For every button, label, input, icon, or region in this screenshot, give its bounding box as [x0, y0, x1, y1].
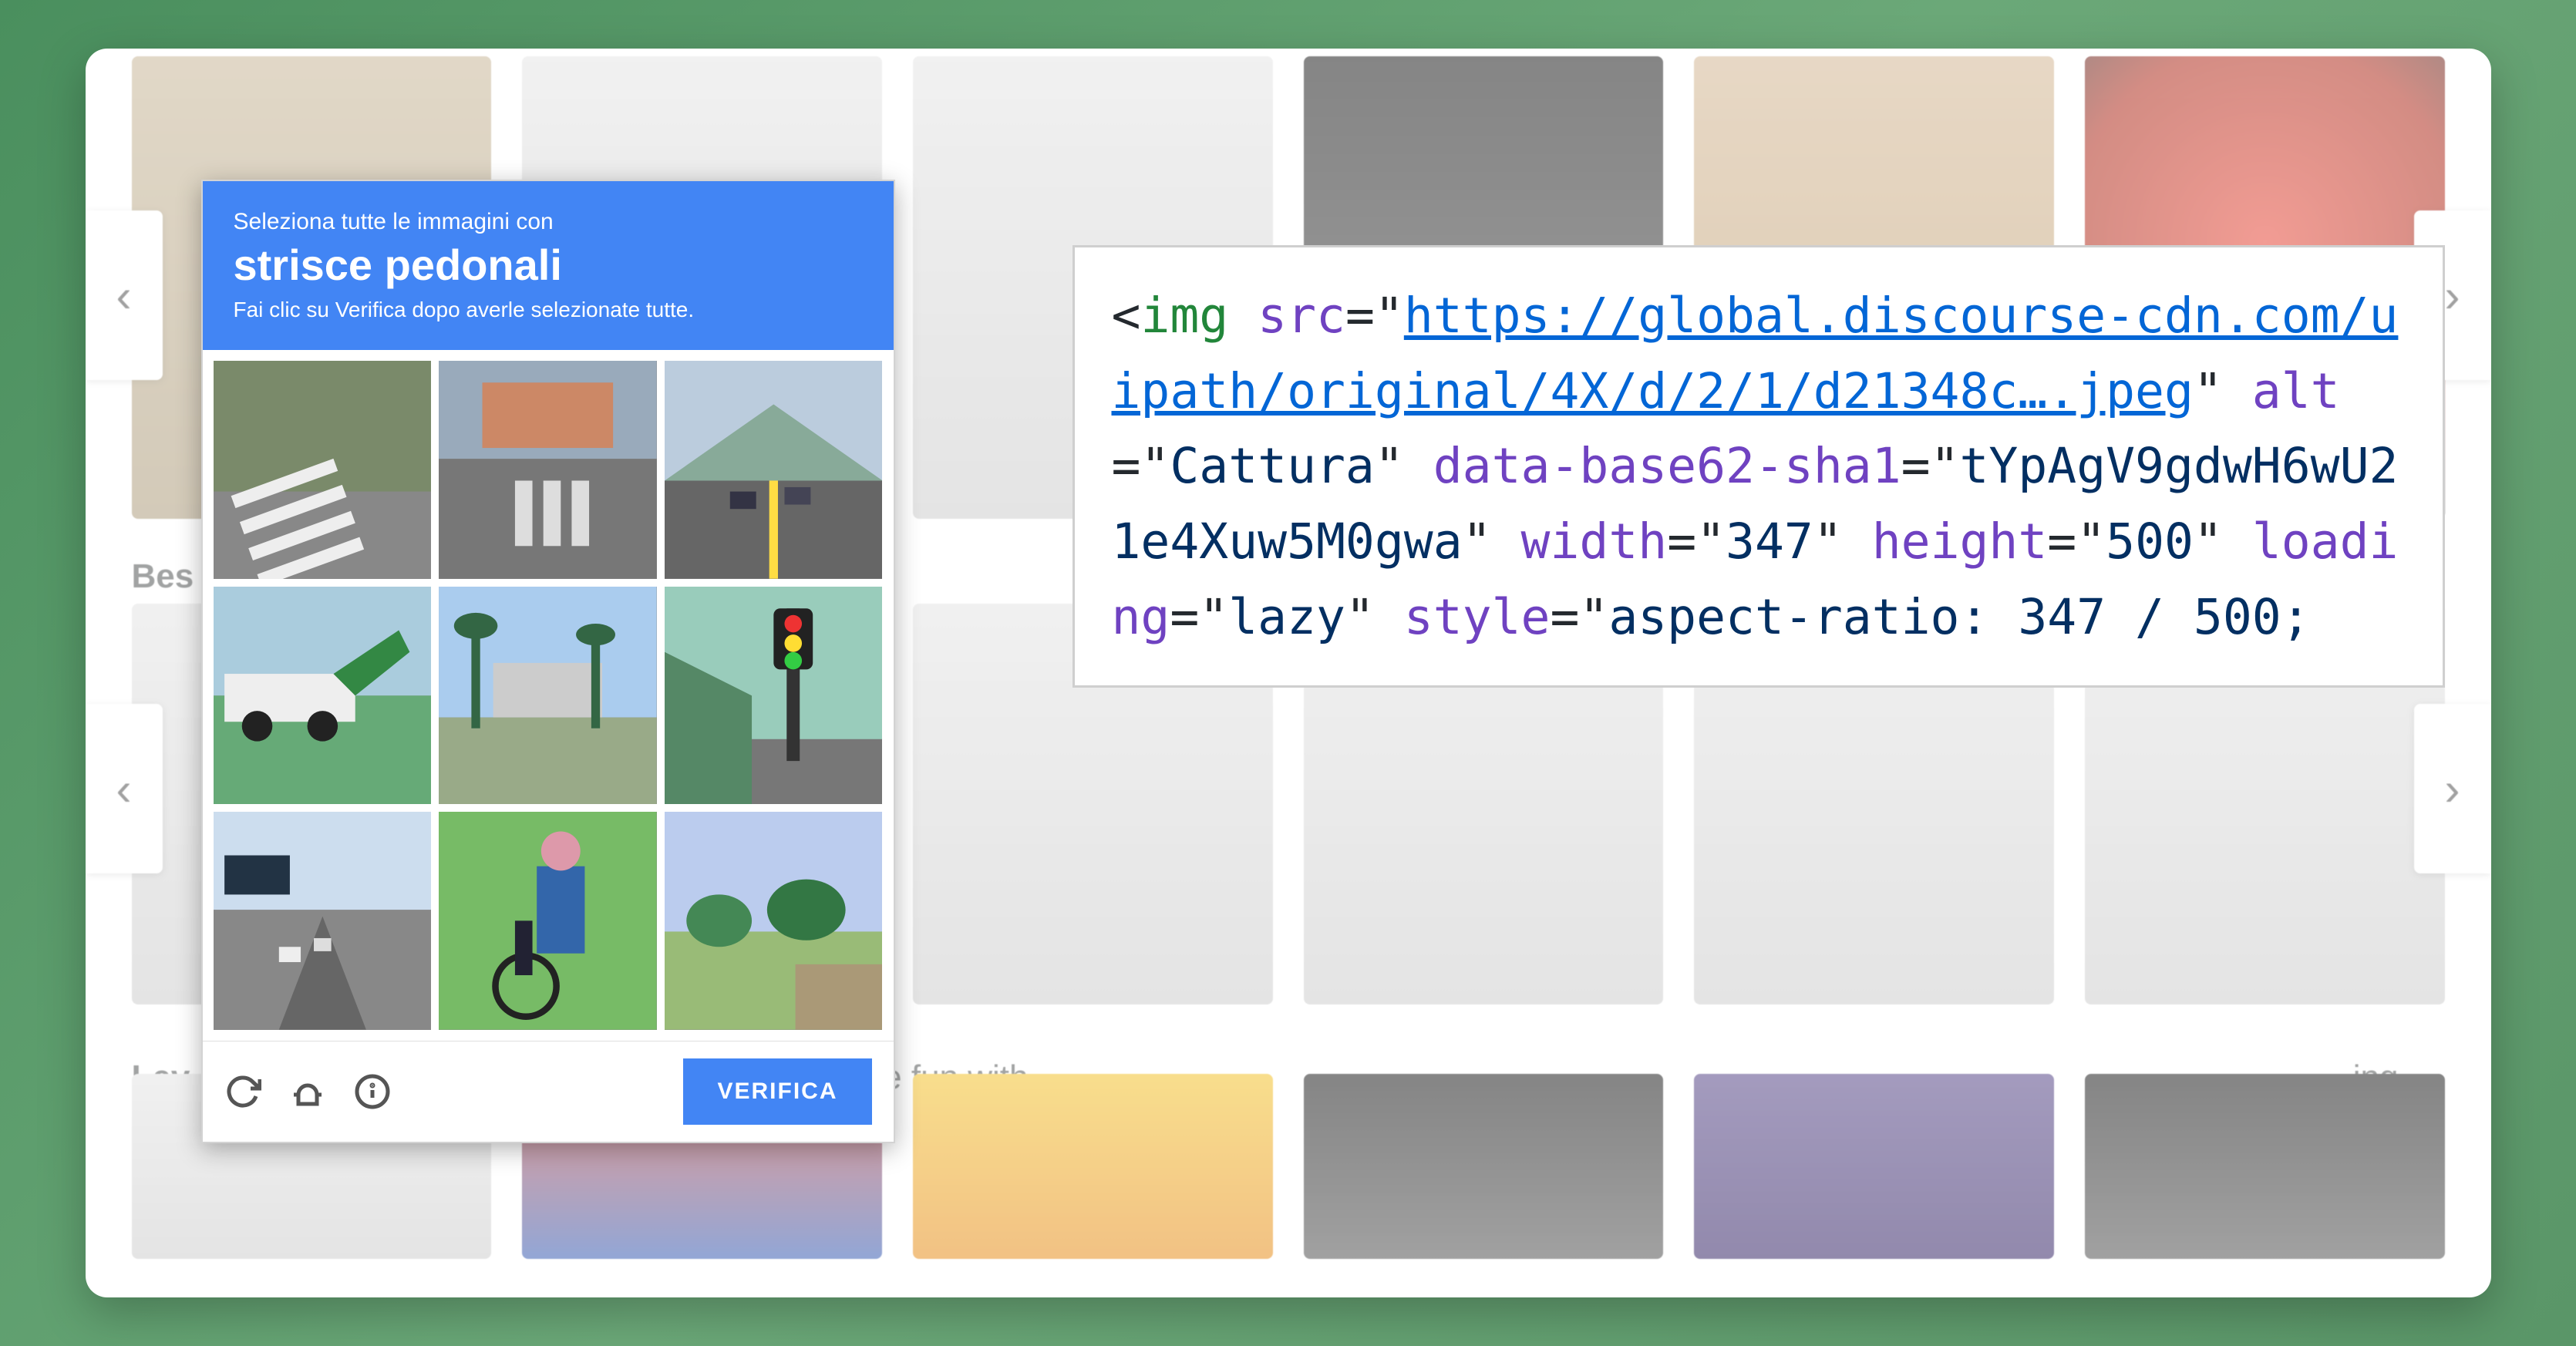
recaptcha-tile-3[interactable] — [665, 361, 883, 579]
bg-product — [1304, 1074, 1664, 1259]
code-width-value: 347 — [1726, 513, 1813, 570]
carousel-prev[interactable]: ‹ — [86, 210, 163, 380]
code-attr-src: src — [1258, 288, 1345, 344]
recaptcha-tile-9[interactable] — [665, 812, 883, 1030]
audio-icon[interactable] — [289, 1073, 326, 1110]
recaptcha-tile-1[interactable] — [214, 361, 432, 579]
recaptcha-target: strisce pedonali — [234, 240, 863, 290]
code-attr-height: height — [1872, 513, 2048, 570]
recaptcha-footer: VERIFICA — [203, 1041, 894, 1142]
code-alt-value: Cattura — [1170, 438, 1375, 494]
recaptcha-tile-8[interactable] — [439, 812, 657, 1030]
code-loading-value: lazy — [1228, 589, 1345, 645]
recaptcha-tile-2[interactable] — [439, 361, 657, 579]
bg-product — [2085, 1074, 2445, 1259]
recaptcha-tile-7[interactable] — [214, 812, 432, 1030]
code-height-value: 500 — [2106, 513, 2194, 570]
recaptcha-instruction-2: Fai clic su Verifica dopo averle selezio… — [234, 298, 863, 322]
code-tag: img — [1140, 288, 1228, 344]
recaptcha-grid — [203, 350, 894, 1041]
carousel-next[interactable]: › — [2414, 704, 2491, 873]
recaptcha-tile-4[interactable] — [214, 587, 432, 805]
devtools-tooltip: <img src="https://global.discourse-cdn.c… — [1072, 245, 2445, 688]
verify-button[interactable]: VERIFICA — [683, 1058, 871, 1125]
code-attr-sha: data-base62-sha1 — [1433, 438, 1901, 494]
bg-product — [913, 1074, 1273, 1259]
reload-icon[interactable] — [224, 1073, 261, 1110]
bg-product — [1694, 1074, 2054, 1259]
recaptcha-tile-6[interactable] — [665, 587, 883, 805]
info-icon[interactable] — [354, 1073, 391, 1110]
code-attr-style: style — [1404, 589, 1551, 645]
code-attr-alt: alt — [2252, 363, 2340, 419]
code-style-value: aspect-ratio: 347 / 500; — [1608, 589, 2310, 645]
carousel-prev[interactable]: ‹ — [86, 704, 163, 873]
recaptcha-header: Seleziona tutte le immagini con strisce … — [203, 181, 894, 350]
recaptcha-instruction-1: Seleziona tutte le immagini con — [234, 209, 863, 235]
content-card: Bes Lev re fun with smartwatches ing ‹ ›… — [86, 49, 2491, 1297]
recaptcha-tile-5[interactable] — [439, 587, 657, 805]
bg-heading: Bes — [132, 557, 194, 596]
recaptcha-challenge: Seleziona tutte le immagini con strisce … — [201, 180, 895, 1143]
code-attr-width: width — [1521, 513, 1668, 570]
